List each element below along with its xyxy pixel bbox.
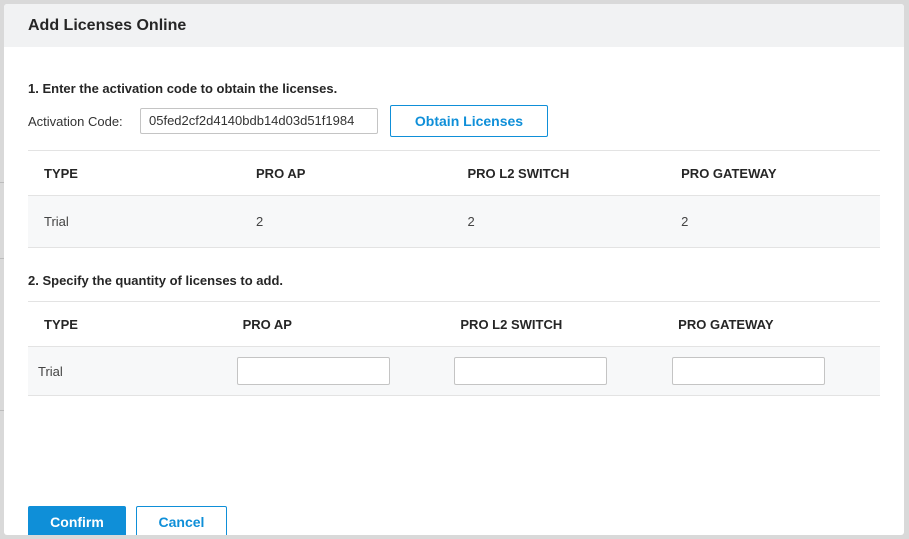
activation-code-row: Activation Code: 05fed2cf2d4140bdb14d03d… [28, 105, 548, 137]
dialog-title: Add Licenses Online [4, 4, 904, 47]
pro-l2-switch-quantity-input[interactable] [454, 357, 608, 385]
confirm-button[interactable]: Confirm [28, 506, 126, 535]
step1-title: 1. Enter the activation code to obtain t… [28, 81, 338, 96]
column-header-type: TYPE [28, 301, 227, 347]
activation-code-label: Activation Code: [28, 113, 123, 129]
add-licenses-dialog: Add Licenses Online 1. Enter the activat… [4, 4, 904, 535]
column-header-pro-ap: PRO AP [226, 301, 445, 347]
column-header-type: TYPE [28, 150, 241, 196]
table-row: Trial 2 2 2 [28, 195, 880, 248]
cell-pro-l2-switch [444, 346, 663, 396]
quantity-table: TYPE PRO AP PRO L2 SWITCH PRO GATEWAY Tr… [28, 301, 880, 396]
column-header-pro-l2-switch: PRO L2 SWITCH [451, 150, 666, 196]
column-header-pro-gateway: PRO GATEWAY [662, 301, 880, 347]
activation-code-input[interactable]: 05fed2cf2d4140bdb14d03d51f1984 [140, 108, 378, 134]
table-row: Trial [28, 346, 880, 396]
cell-pro-ap [226, 346, 445, 396]
table-header-row: TYPE PRO AP PRO L2 SWITCH PRO GATEWAY [28, 150, 880, 196]
step2-title: 2. Specify the quantity of licenses to a… [28, 273, 283, 288]
cell-type: Trial [28, 195, 241, 248]
cell-pro-gateway: 2 [665, 195, 880, 248]
cancel-button[interactable]: Cancel [136, 506, 227, 535]
column-header-pro-l2-switch: PRO L2 SWITCH [444, 301, 663, 347]
column-header-pro-gateway: PRO GATEWAY [665, 150, 880, 196]
obtain-licenses-button[interactable]: Obtain Licenses [390, 105, 548, 137]
obtained-licenses-table: TYPE PRO AP PRO L2 SWITCH PRO GATEWAY Tr… [28, 150, 880, 248]
table-header-row: TYPE PRO AP PRO L2 SWITCH PRO GATEWAY [28, 301, 880, 347]
column-header-pro-ap: PRO AP [240, 150, 452, 196]
pro-gateway-quantity-input[interactable] [672, 357, 826, 385]
cell-pro-ap: 2 [240, 195, 452, 248]
cell-pro-l2-switch: 2 [451, 195, 666, 248]
cell-pro-gateway [662, 346, 880, 396]
pro-ap-quantity-input[interactable] [236, 357, 390, 385]
cell-type: Trial [28, 346, 227, 396]
